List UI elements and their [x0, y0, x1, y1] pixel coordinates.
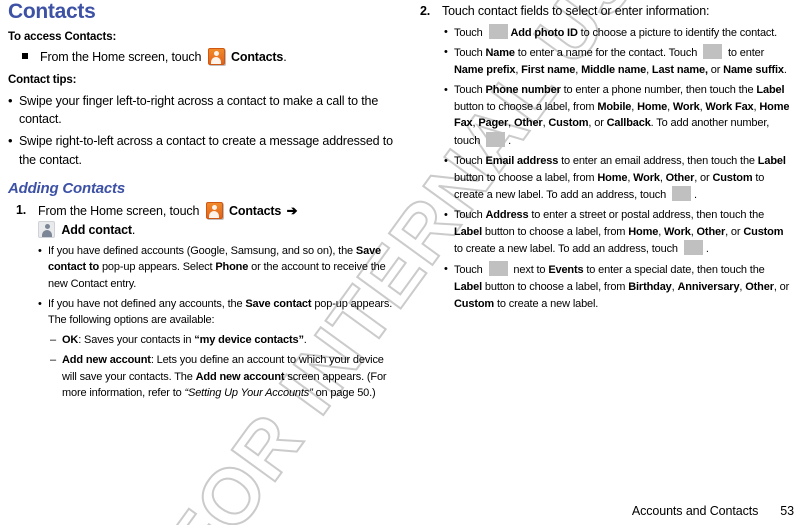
square-bullet-icon: [8, 48, 40, 67]
step1-bullet-group: • If you have defined accounts (Google, …: [38, 243, 396, 330]
round-bullet-icon: •: [38, 244, 42, 257]
option-add-new-account: – Add new account: Lets you define an ac…: [50, 352, 396, 402]
contact-fields-list: • Touch Add photo ID to choose a picture…: [444, 23, 794, 313]
contacts-app-icon[interactable]: [207, 48, 225, 66]
step-2-text: Touch contact fields to select or enter …: [442, 4, 710, 18]
contacts-app-icon[interactable]: [205, 202, 223, 220]
tip-item-1: • Swipe your finger left-to-right across…: [8, 92, 396, 130]
dash-bullet-icon: –: [50, 334, 56, 347]
field-bullet-events: • Touch next to Events to enter a specia…: [444, 261, 794, 312]
field-bullet-phone-number: • Touch Phone number to enter a phone nu…: [444, 82, 794, 150]
tip-text-2: Swipe right-to-left across a contact to …: [19, 134, 393, 167]
footer-section-label: Accounts and Contacts: [631, 504, 759, 518]
access-contacts-pre: From the Home screen, touch: [40, 50, 202, 65]
round-bullet-icon: •: [444, 83, 448, 96]
adding-contacts-heading: Adding Contacts: [8, 179, 125, 197]
field-bullet-add-photo-id: • Touch Add photo ID to choose a picture…: [444, 23, 794, 42]
access-contacts-end: .: [283, 50, 287, 65]
option-ok: – OK: Saves your contacts in “my device …: [50, 332, 396, 349]
add-contact-icon[interactable]: [38, 220, 55, 238]
dash-bullet-icon: –: [50, 353, 56, 366]
step1-end: .: [131, 222, 136, 237]
step1-bullet-2: • If you have not defined any accounts, …: [38, 296, 396, 329]
field-text-address: Touch Address to enter a street or posta…: [454, 208, 784, 256]
arrow-right-icon: ➔: [286, 203, 298, 219]
field-bullet-email-address: • Touch Email address to enter an email …: [444, 153, 794, 204]
save-contact-options: – OK: Saves your contacts in “my device …: [50, 332, 396, 402]
access-contacts-item: From the Home screen, touch Contacts.: [8, 48, 396, 67]
round-bullet-icon: •: [8, 133, 13, 149]
field-placeholder-icon[interactable]: [672, 186, 692, 202]
step-number-1: 1.: [16, 203, 27, 218]
access-contacts-post: Contacts: [230, 50, 284, 65]
left-column: Contacts To access Contacts: From the Ho…: [8, 0, 396, 405]
option-add-new-account-text: Add new account: Lets you define an acco…: [62, 353, 387, 400]
round-bullet-icon: •: [38, 297, 42, 310]
right-column: 2. Touch contact fields to select or ent…: [412, 0, 794, 315]
contact-tips-heading: Contact tips:: [8, 74, 77, 87]
round-bullet-icon: •: [444, 46, 448, 59]
tip-text-1: Swipe your finger left-to-right across a…: [19, 93, 379, 127]
field-placeholder-icon[interactable]: [486, 132, 506, 148]
field-placeholder-icon[interactable]: [488, 261, 508, 277]
field-text-email-address: Touch Email address to enter an email ad…: [454, 154, 786, 202]
page-footer: Accounts and Contacts 53: [0, 504, 794, 518]
step1-bullet-1: • If you have defined accounts (Google, …: [38, 243, 396, 293]
field-text-phone-number: Touch Phone number to enter a phone numb…: [454, 83, 790, 148]
round-bullet-icon: •: [444, 154, 448, 167]
round-bullet-icon: •: [8, 92, 13, 108]
field-placeholder-icon[interactable]: [703, 44, 723, 60]
step1-pre: From the Home screen, touch: [38, 204, 200, 219]
tip-item-2: • Swipe right-to-left across a contact t…: [8, 132, 396, 170]
option-ok-text: OK: Saves your contacts in “my device co…: [62, 334, 307, 347]
footer-page-number: 53: [780, 504, 794, 518]
manual-page: Contacts To access Contacts: From the Ho…: [0, 0, 802, 525]
step1-post: Add contact: [61, 222, 132, 237]
step1-bullet-1-text: If you have defined accounts (Google, Sa…: [48, 244, 386, 290]
step1-mid: Contacts: [228, 204, 282, 219]
round-bullet-icon: •: [444, 208, 448, 221]
step-1: 1. From the Home screen, touch Contacts …: [8, 201, 396, 240]
round-bullet-icon: •: [444, 25, 448, 38]
field-bullet-name: • Touch Name to enter a name for the con…: [444, 44, 794, 78]
step-number-2: 2.: [420, 4, 431, 18]
field-text-name: Touch Name to enter a name for the conta…: [454, 44, 794, 78]
access-contacts-heading: To access Contacts:: [8, 31, 117, 44]
round-bullet-icon: •: [444, 263, 448, 276]
step-2: 2. Touch contact fields to select or ent…: [412, 2, 794, 21]
field-placeholder-icon[interactable]: [683, 240, 703, 256]
field-placeholder-icon[interactable]: [488, 23, 508, 39]
field-text-add-photo-id: Touch Add photo ID to choose a picture t…: [454, 23, 794, 42]
field-text-events: Touch next to Events to enter a special …: [454, 261, 794, 312]
field-bullet-address: • Touch Address to enter a street or pos…: [444, 207, 794, 258]
step1-bullet-2-text: If you have not defined any accounts, th…: [48, 297, 393, 327]
page-title: Contacts: [8, 0, 96, 23]
